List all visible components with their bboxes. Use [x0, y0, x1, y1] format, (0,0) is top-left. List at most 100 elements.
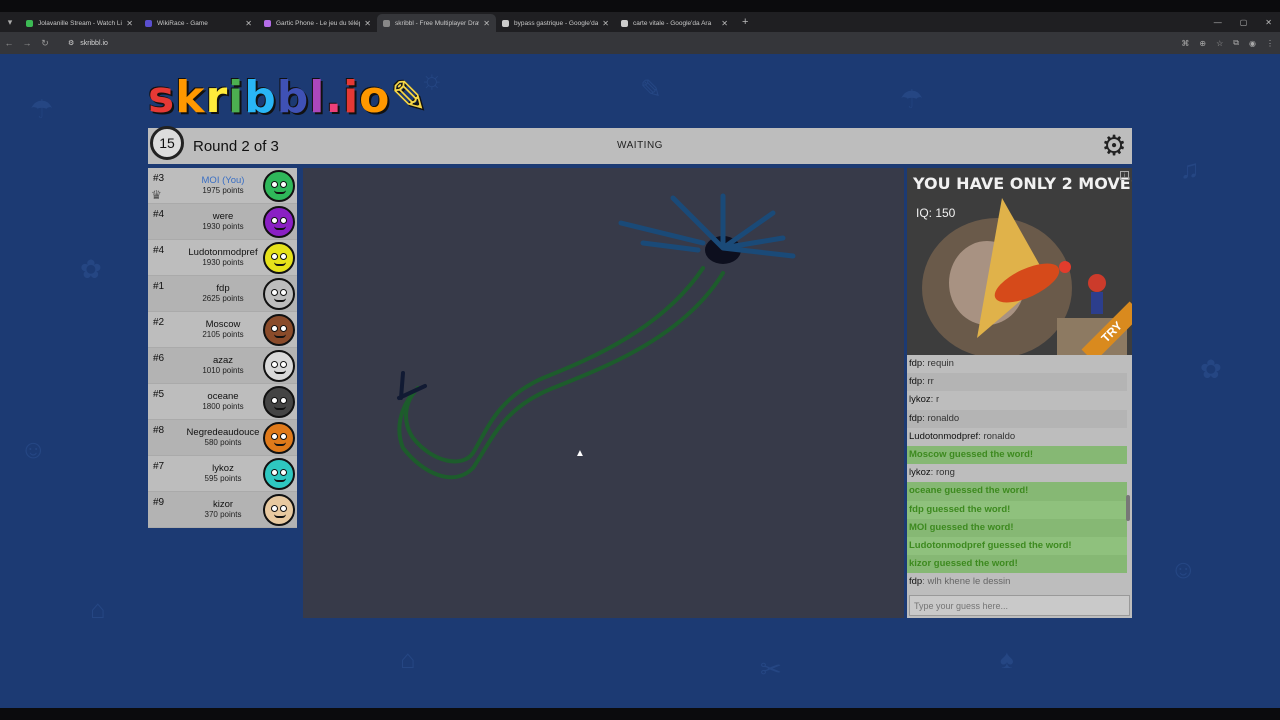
tab-close-icon[interactable]: ✕ [721, 19, 728, 28]
player-row[interactable]: #2 Moscow 2105 points [148, 312, 297, 348]
tab-title: WikiRace - Game [157, 19, 208, 27]
player-row[interactable]: #5 oceane 1800 points [148, 384, 297, 420]
player-avatar [263, 278, 295, 310]
avatar-eye [271, 181, 278, 188]
player-info: fdp 2625 points [176, 283, 270, 303]
profile-icon[interactable]: ◉ [1249, 39, 1256, 48]
tab-favicon-icon [502, 19, 509, 27]
player-row[interactable]: #8 Negredeaudouce 580 points [148, 420, 297, 456]
player-avatar [263, 350, 295, 382]
chat-message: fdp: requin [907, 355, 1127, 373]
game-header: 15 Round 2 of 3 WAITING ⚙ [148, 126, 1132, 164]
chat-message: fdp: rr [907, 373, 1127, 392]
bookmark-star-icon[interactable]: ☆ [1216, 39, 1223, 48]
chat-scrollbar[interactable] [1126, 355, 1130, 591]
drawing-canvas[interactable]: ▲ [303, 168, 904, 618]
player-points: 1975 points [202, 186, 244, 195]
chat-text: oceane guessed the word! [909, 485, 1029, 497]
avatar-eye [280, 397, 287, 404]
reload-icon[interactable]: ↻ [36, 38, 54, 49]
avatar-mouth [274, 442, 286, 446]
extensions-icon[interactable]: ⧉ [1233, 38, 1239, 48]
player-list: #3 MOI (You) 1975 points ♛ #4 were 1930 points… [148, 168, 297, 528]
chat-scroll-thumb[interactable] [1126, 495, 1130, 521]
tab-close-icon[interactable]: ✕ [245, 19, 252, 28]
tab-favicon-icon [383, 19, 390, 27]
chat-message: fdp: wlh khene le dessin [907, 573, 1127, 591]
avatar-eye [271, 361, 278, 368]
tab-title: skribbl - Free Multiplayer Draw [395, 19, 480, 27]
url-field[interactable]: ⚙ skribbl.io [68, 39, 108, 48]
browser-tab[interactable]: carte vitale - Google'da Ara ✕ [615, 14, 734, 32]
player-row[interactable]: #7 lykoz 595 points [148, 456, 297, 492]
settings-gear-icon[interactable]: ⚙ [1099, 131, 1129, 161]
chat-user: fdp [909, 412, 923, 424]
player-rank: #1 [153, 281, 165, 292]
player-row[interactable]: #4 were 1930 points [148, 204, 297, 240]
background-doodle-icon: ✿ [1200, 354, 1222, 384]
avatar-eye [280, 181, 287, 188]
chat-message: lykoz: rong [907, 464, 1127, 482]
tab-close-icon[interactable]: ✕ [364, 19, 371, 28]
background-doodle-icon: ♠ [1000, 644, 1014, 674]
player-row[interactable]: #3 MOI (You) 1975 points ♛ [148, 168, 297, 204]
screen-top-border [0, 0, 1280, 12]
player-row[interactable]: #9 kizor 370 points [148, 492, 297, 528]
game-status: WAITING [617, 140, 663, 151]
player-row[interactable]: #6 azaz 1010 points [148, 348, 297, 384]
guess-input[interactable] [909, 595, 1130, 616]
player-avatar [263, 422, 295, 454]
player-row[interactable]: #1 fdp 2625 points [148, 276, 297, 312]
player-rank: #3 [153, 173, 165, 184]
minimize-icon[interactable]: — [1214, 18, 1222, 27]
close-window-icon[interactable]: ✕ [1265, 18, 1272, 27]
player-rank: #2 [153, 317, 165, 328]
avatar-mouth [274, 226, 286, 230]
ad-info-icon[interactable]: i [1120, 171, 1129, 180]
player-info: Negredeaudouce 580 points [176, 427, 270, 447]
tab-close-icon[interactable]: ✕ [602, 19, 609, 28]
browser-tab[interactable]: WikiRace - Game ✕ [139, 14, 258, 32]
player-info: Ludotonmodpref 1930 points [176, 247, 270, 267]
player-info: were 1930 points [176, 211, 270, 231]
player-points: 2105 points [202, 330, 244, 339]
zoom-icon[interactable]: ⊕ [1199, 39, 1206, 48]
forward-icon[interactable]: → [18, 38, 36, 48]
tab-title: Jolavanille Stream - Watch Liv [38, 19, 123, 27]
browser-tab[interactable]: skribbl - Free Multiplayer Draw ✕ [377, 14, 496, 32]
player-info: kizor 370 points [176, 499, 270, 519]
chat-guess-message: MOI guessed the word! [907, 518, 1127, 537]
avatar-eye [271, 325, 278, 332]
chat-text: wlh khene le dessin [927, 576, 1011, 588]
chat-text: ronaldo [983, 430, 1016, 442]
site-info-icon[interactable]: ⚙ [68, 39, 74, 47]
browser-tab[interactable]: bypass gastrique - Google'da A ✕ [496, 14, 615, 32]
browser-tab[interactable]: Jolavanille Stream - Watch Liv ✕ [20, 14, 139, 32]
browser-tab[interactable]: Gartic Phone - Le jeu du télép ✕ [258, 14, 377, 32]
tab-close-icon[interactable]: ✕ [126, 19, 133, 28]
avatar-eye [280, 505, 287, 512]
advertisement[interactable]: YOU HAVE ONLY 2 MOVES IQ: 150 TRY i [907, 168, 1132, 355]
tab-close-icon[interactable]: ✕ [483, 19, 490, 28]
player-avatar [263, 386, 295, 418]
skribbl-logo: skribbl.io✎ [148, 72, 429, 123]
player-name: lykoz [212, 463, 234, 474]
translate-icon[interactable]: ⌘ [1181, 39, 1189, 48]
maximize-icon[interactable]: ▢ [1240, 18, 1248, 27]
player-points: 1010 points [202, 366, 244, 375]
avatar-eye [280, 469, 287, 476]
avatar-eye [280, 361, 287, 368]
avatar-eye [280, 433, 287, 440]
background-doodle-icon: ✂ [760, 654, 782, 684]
player-points: 1930 points [202, 258, 244, 267]
back-icon[interactable]: ← [0, 38, 18, 48]
player-row[interactable]: #4 Ludotonmodpref 1930 points [148, 240, 297, 276]
player-name: were [212, 211, 234, 222]
new-tab-button[interactable]: + [742, 16, 748, 28]
player-info: azaz 1010 points [176, 355, 270, 375]
menu-kebab-icon[interactable]: ⋮ [1266, 39, 1274, 48]
background-doodle-icon: ✎ [640, 74, 662, 104]
avatar-mouth [274, 298, 286, 302]
tab-title: carte vitale - Google'da Ara [633, 19, 712, 27]
tab-search-icon[interactable]: ▾ [0, 12, 20, 32]
